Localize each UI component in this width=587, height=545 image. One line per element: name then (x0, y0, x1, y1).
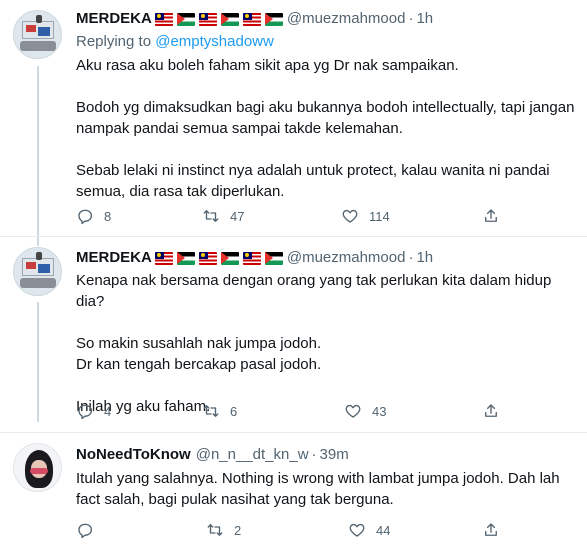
tweet-text: Itulah yang salahnya. Nothing is wrong w… (76, 468, 581, 510)
tweet-line-gap (76, 76, 581, 97)
palestine-flag-icon (264, 12, 283, 26)
reply-mention-link[interactable]: @emptyshadoww (155, 33, 274, 50)
replying-prefix: Replying to (76, 33, 152, 50)
tweet-line: fact salah, bagi pulak nasihat yang tak … (76, 491, 394, 508)
user-handle[interactable]: @muezmahmood (287, 248, 406, 268)
share-icon (482, 207, 500, 225)
heart-icon (348, 521, 366, 539)
retweet-button[interactable]: 47 (202, 206, 244, 226)
retweet-button[interactable]: 2 (206, 520, 241, 540)
timestamp[interactable]: 39m (320, 445, 349, 465)
retweet-icon (202, 207, 220, 225)
avatar[interactable] (13, 10, 62, 59)
reply-icon (76, 402, 94, 420)
reply-button[interactable]: 4 (76, 401, 111, 421)
palestine-flag-icon (220, 12, 239, 26)
share-button[interactable] (482, 401, 500, 421)
tweet-line: Aku rasa aku boleh faham sikit apa yg Dr… (76, 57, 459, 74)
tweet-line: Itulah yang salahnya. Nothing is wrong w… (76, 470, 560, 487)
retweet-icon (206, 521, 224, 539)
flag-emojis (154, 12, 283, 26)
share-button[interactable] (482, 520, 500, 540)
malaysia-flag-icon (242, 12, 261, 26)
heart-icon (344, 402, 362, 420)
retweet-count: 6 (230, 403, 238, 419)
tweet-line: So makin susahlah nak jumpa jodoh. (76, 335, 322, 352)
user-handle[interactable]: @n_n__dt_kn_w (196, 445, 309, 465)
tweet-divider (0, 432, 587, 433)
malaysia-flag-icon (154, 251, 173, 265)
tweet-actions: 8 47 114 (76, 206, 506, 226)
tweet-header: NoNeedToKnow @n_n__dt_kn_w · 39m (76, 445, 349, 465)
reply-icon (76, 207, 94, 225)
retweet-button[interactable]: 6 (202, 401, 237, 421)
reply-button[interactable] (76, 520, 104, 540)
reply-count: 8 (104, 208, 112, 224)
tweet-line: Sebab lelaki ni instinct nya adalah untu… (76, 162, 550, 179)
thread-line (37, 66, 39, 246)
tweet-header: MERDEKA @muezmahmood · 1h (76, 248, 433, 268)
malaysia-flag-icon (198, 12, 217, 26)
malaysia-flag-icon (242, 251, 261, 265)
heart-icon (341, 207, 359, 225)
tweet-line: semua, dia rasa tak diperlukan. (76, 183, 285, 200)
display-name[interactable]: MERDEKA (76, 9, 152, 29)
tweet-actions: 4 6 43 (76, 401, 506, 421)
palestine-flag-icon (176, 251, 195, 265)
palestine-flag-icon (220, 251, 239, 265)
retweet-count: 2 (234, 522, 242, 538)
tweet-text: Kenapa nak bersama dengan orang yang tak… (76, 270, 581, 417)
malaysia-flag-icon (198, 251, 217, 265)
tweet-line-gap (76, 312, 581, 333)
palestine-flag-icon (264, 251, 283, 265)
separator-dot: · (408, 249, 414, 266)
share-icon (482, 402, 500, 420)
palestine-flag-icon (176, 12, 195, 26)
tweet-line: Dr kan tengah bercakap pasal jodoh. (76, 356, 322, 373)
like-button[interactable]: 114 (341, 206, 390, 226)
like-button[interactable]: 43 (344, 401, 386, 421)
display-name[interactable]: NoNeedToKnow (76, 445, 191, 465)
avatar[interactable] (13, 247, 62, 296)
tweet-line-gap (76, 375, 581, 396)
like-button[interactable]: 44 (348, 520, 390, 540)
thread-line (37, 302, 39, 422)
flag-emojis (154, 251, 283, 265)
avatar[interactable] (13, 443, 62, 492)
tweet-actions: 2 44 (76, 520, 506, 540)
tweet-line: Kenapa nak bersama dengan orang yang tak… (76, 272, 552, 310)
retweet-icon (202, 402, 220, 420)
tweet-divider (0, 236, 587, 237)
like-count: 114 (369, 208, 390, 224)
like-count: 44 (376, 522, 391, 538)
tweet-line: Bodoh yg dimaksudkan bagi aku bukannya b… (76, 99, 575, 116)
separator-dot: · (408, 10, 414, 27)
timestamp[interactable]: 1h (416, 9, 433, 29)
reply-button[interactable]: 8 (76, 206, 111, 226)
reply-count: 4 (104, 403, 112, 419)
separator-dot: · (311, 446, 317, 463)
user-handle[interactable]: @muezmahmood (287, 9, 406, 29)
share-icon (482, 521, 500, 539)
replying-to: Replying to @emptyshadoww (76, 32, 274, 52)
retweet-count: 47 (230, 208, 245, 224)
tweet-header: MERDEKA @muezmahmood · 1h (76, 9, 433, 29)
timestamp[interactable]: 1h (416, 248, 433, 268)
like-count: 43 (372, 403, 387, 419)
tweet-line-gap (76, 139, 581, 160)
tweet-text: Aku rasa aku boleh faham sikit apa yg Dr… (76, 55, 581, 202)
tweet-line: nampak pandai semua sampai takde kelemah… (76, 120, 403, 137)
reply-icon (76, 521, 94, 539)
malaysia-flag-icon (154, 12, 173, 26)
share-button[interactable] (482, 206, 500, 226)
display-name[interactable]: MERDEKA (76, 248, 152, 268)
